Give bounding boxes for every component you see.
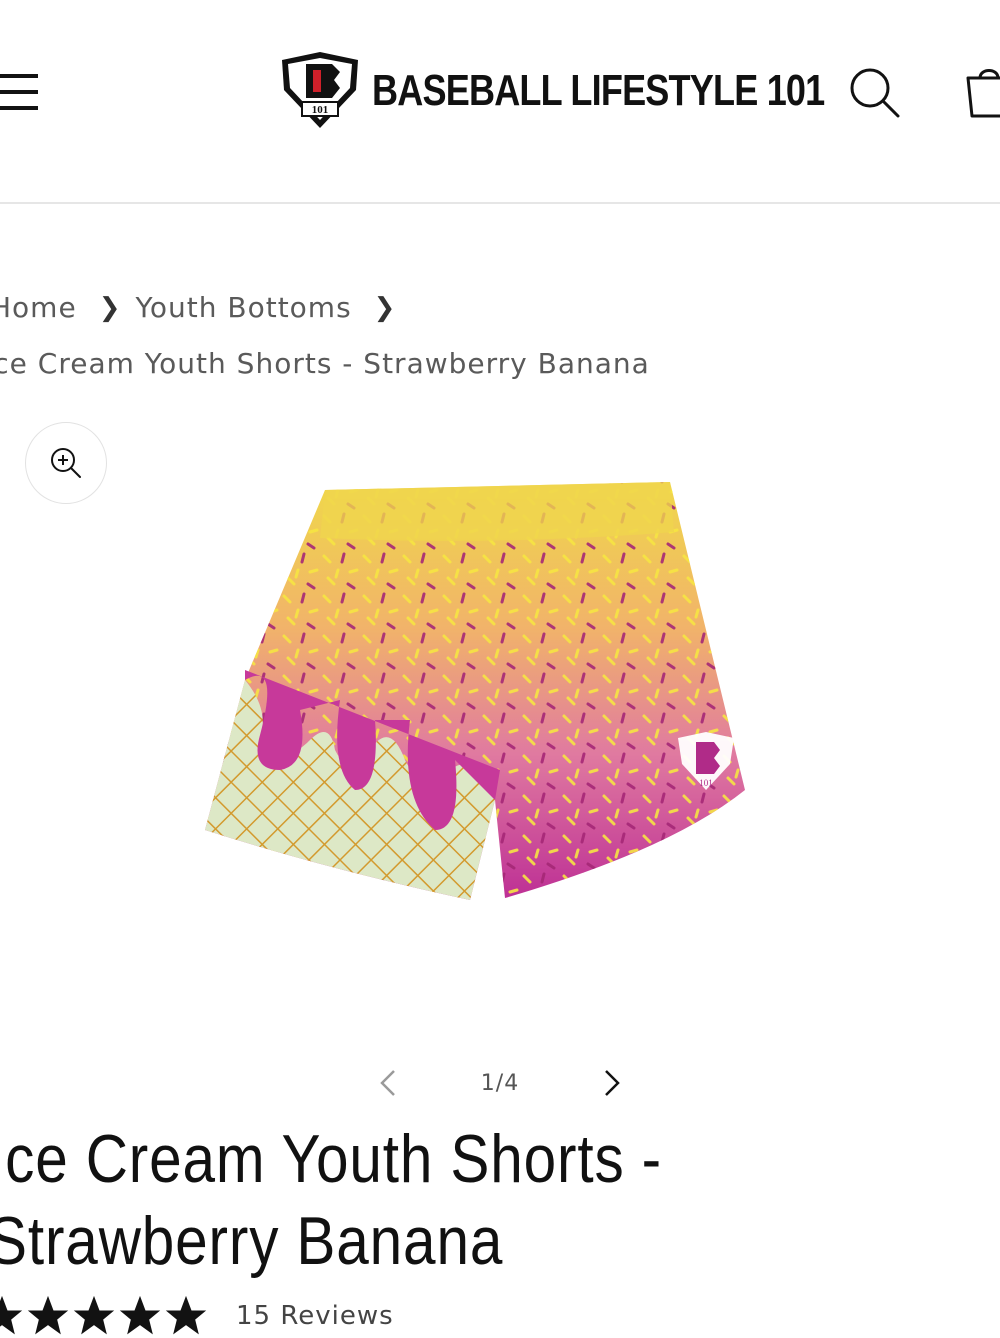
review-count[interactable]: 15 Reviews	[236, 1301, 394, 1331]
hamburger-icon	[0, 74, 38, 110]
star-icon	[119, 1295, 161, 1335]
star-icon	[0, 1295, 23, 1335]
product-rating[interactable]: 15 Reviews	[0, 1294, 394, 1338]
breadcrumb-current: Ice Cream Youth Shorts - Strawberry Bana…	[0, 347, 650, 380]
menu-button[interactable]	[0, 68, 38, 116]
cart-button[interactable]	[960, 64, 1000, 124]
zoom-in-icon	[51, 448, 81, 478]
star-icon	[165, 1295, 207, 1335]
search-button[interactable]	[848, 66, 902, 120]
breadcrumb-home[interactable]: Home	[0, 280, 77, 336]
gallery-pager: 1/4	[370, 1058, 630, 1108]
cart-icon	[966, 69, 1000, 118]
chevron-right-icon: ❯	[98, 293, 122, 323]
breadcrumb-youth-bottoms[interactable]: Youth Bottoms	[135, 280, 351, 336]
breadcrumb: Home ❯ Youth Bottoms ❯ Ice Cream Youth S…	[0, 280, 1000, 392]
product-title: Ice Cream Youth Shorts - Strawberry Bana…	[0, 1121, 663, 1279]
star-icon	[27, 1295, 69, 1335]
brand-name: BASEBALL LIFESTYLE 101	[372, 66, 825, 115]
search-icon	[850, 68, 900, 118]
chevron-right-icon: ❯	[373, 293, 397, 323]
zoom-button[interactable]	[25, 422, 107, 504]
waistband	[320, 482, 674, 541]
chevron-left-icon	[380, 1070, 395, 1096]
site-logo[interactable]: 101 BASEBALL LIFESTYLE 101	[278, 50, 924, 132]
previous-slide-button[interactable]	[370, 1065, 406, 1101]
star-icon	[73, 1295, 115, 1335]
slide-counter: 1/4	[480, 1070, 520, 1096]
chevron-right-icon	[605, 1070, 620, 1096]
star-rating	[0, 1294, 210, 1338]
product-image[interactable]: 101	[200, 470, 800, 910]
site-header: 101 BASEBALL LIFESTYLE 101	[0, 0, 1000, 204]
next-slide-button[interactable]	[594, 1065, 630, 1101]
svg-text:101: 101	[699, 778, 713, 788]
logo-number: 101	[312, 104, 329, 116]
shield-logo-icon: 101	[282, 52, 358, 128]
